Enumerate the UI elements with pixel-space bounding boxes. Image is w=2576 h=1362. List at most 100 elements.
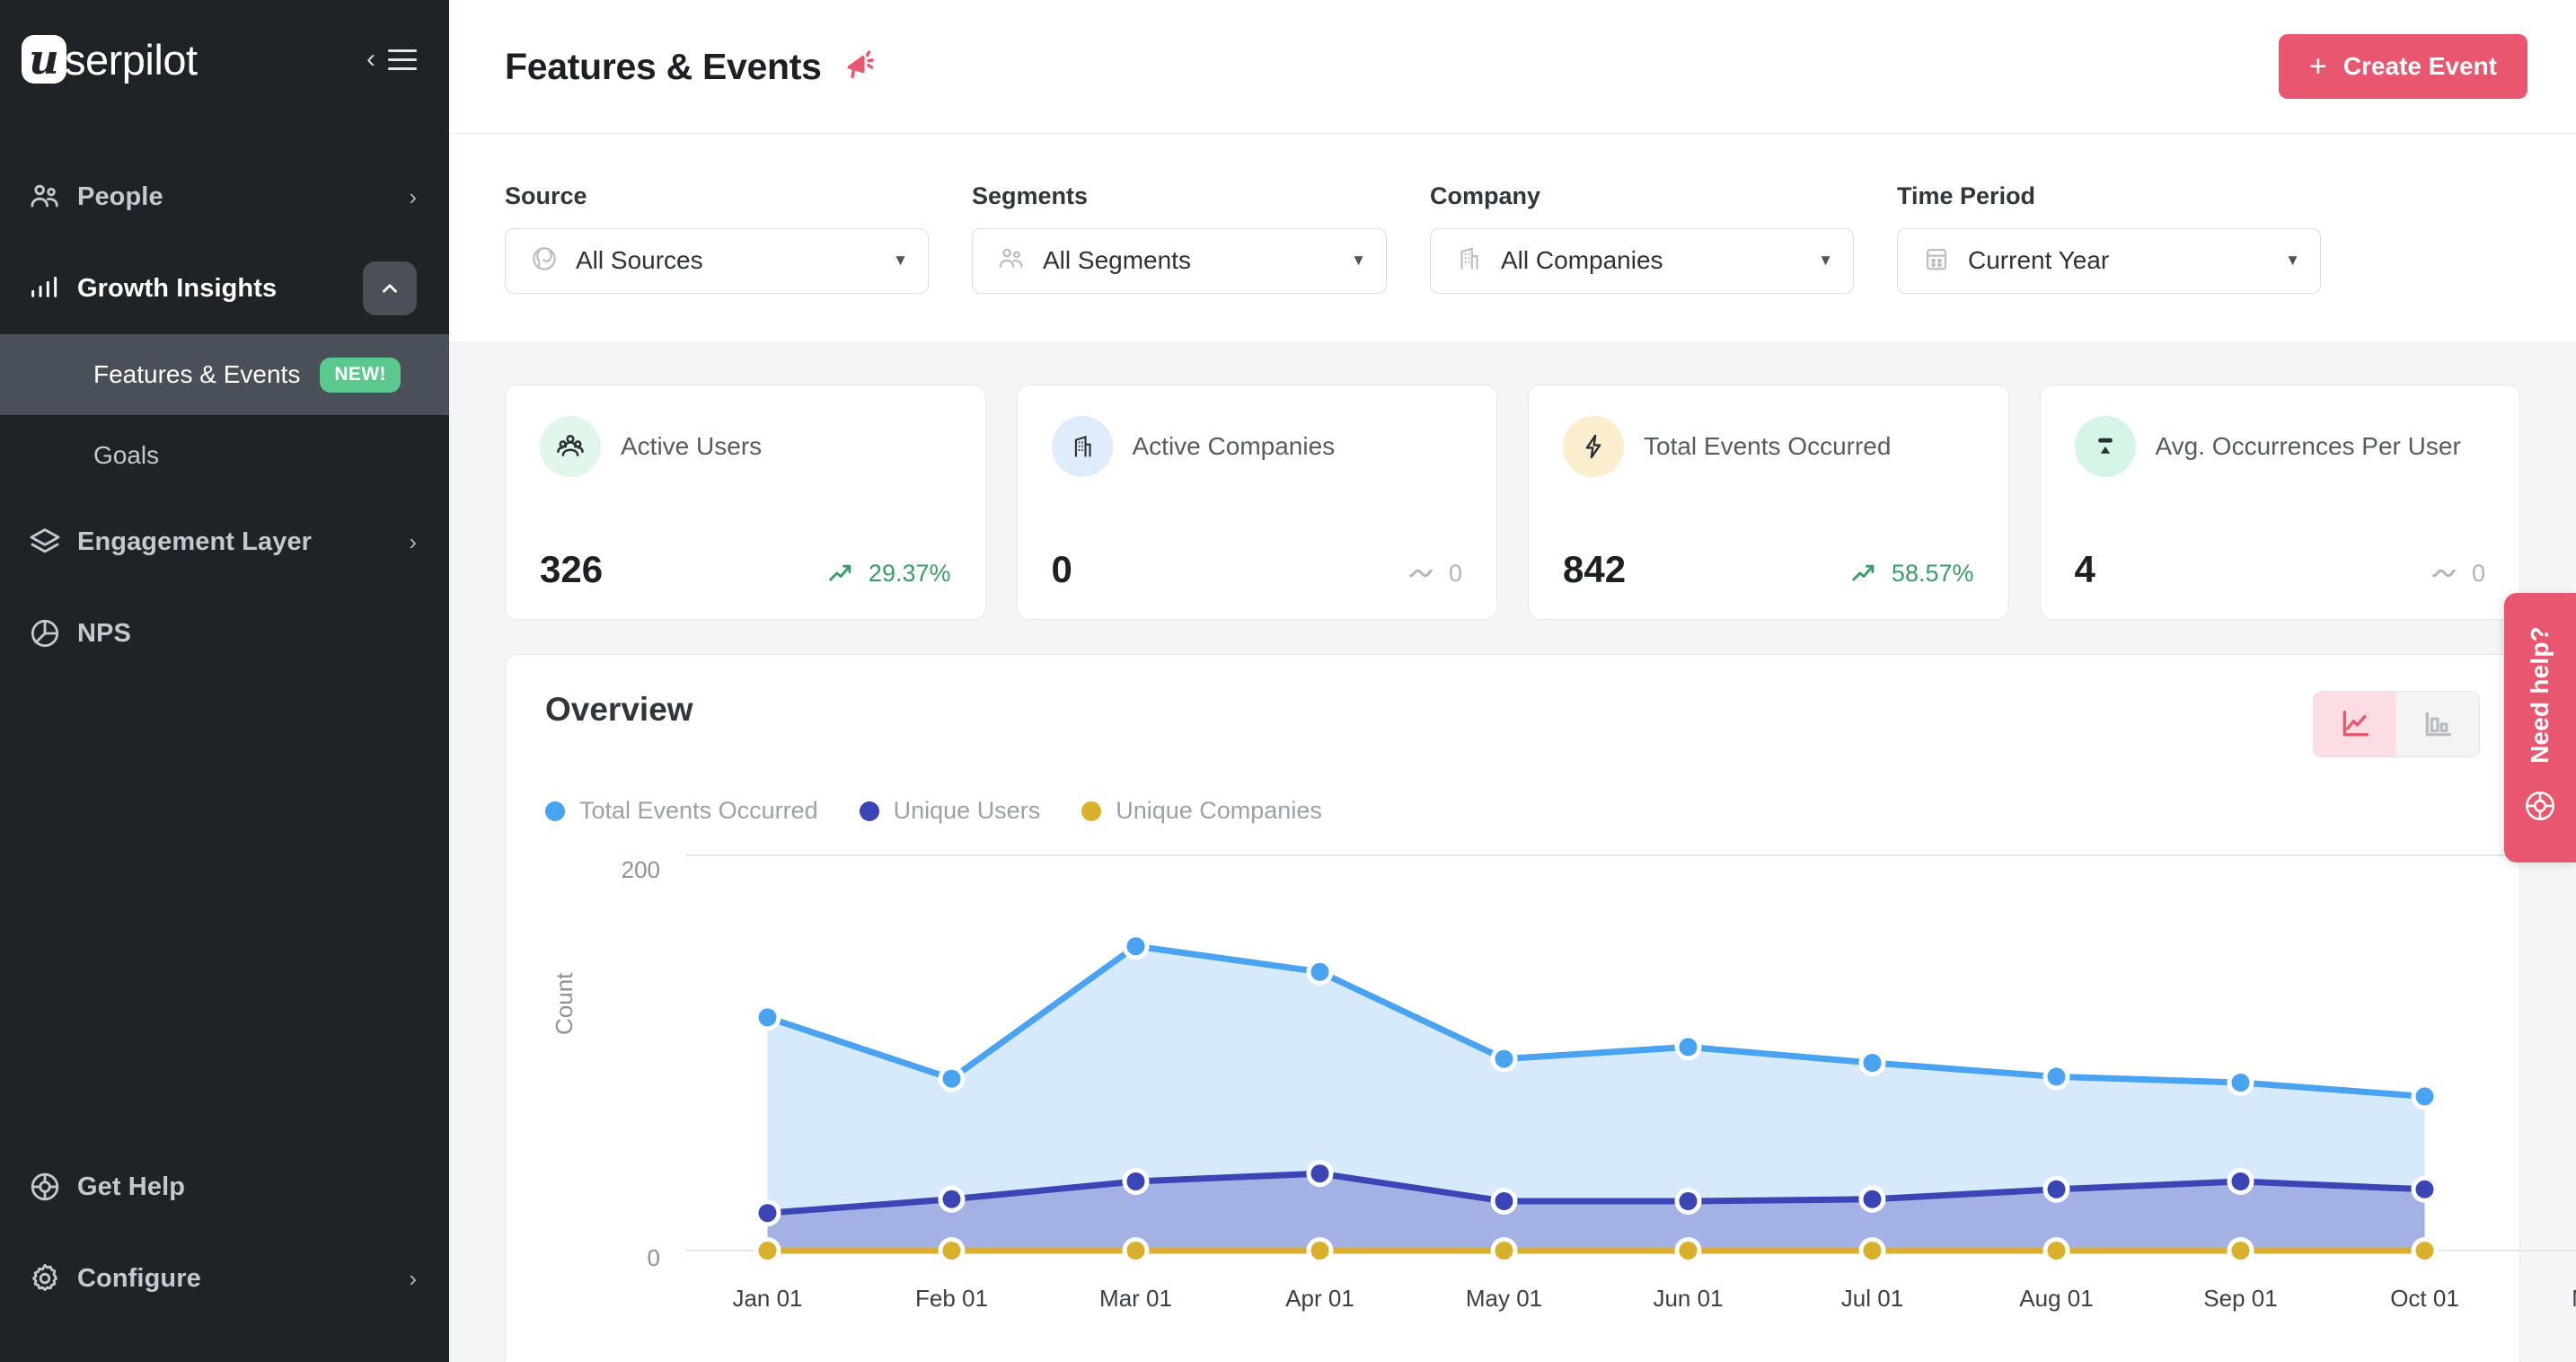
chart-data-point[interactable] [754,1237,781,1264]
chevron-left-icon[interactable]: ‹ [366,46,375,73]
hamburger-icon[interactable] [388,49,417,70]
filter-company: Company All Companies ▼ [1430,182,1854,294]
chart-x-tick: Mar 01 [1099,1285,1172,1312]
stat-card-title: Active Companies [1132,432,1336,460]
filter-label: Segments [972,181,1089,209]
stat-card-delta: 29.37% [868,559,951,587]
trend-flat-icon [1409,569,1433,578]
chart-data-point[interactable] [2042,1175,2070,1203]
stat-card-foot: 326 29.37% [540,551,951,588]
source-select[interactable]: All Sources ▼ [505,227,929,294]
chart-data-point[interactable] [1122,1168,1150,1195]
stat-card-foot: 842 58.57% [1563,551,1974,588]
chart-plot-area: Count 200 0 Jan 01 Feb 01 Mar 01 Apr 01 May … [545,845,2576,1312]
stat-card-head: Total Events Occurred [1563,416,1974,477]
megaphone-icon [842,45,881,89]
bar-chart-toggle[interactable] [2396,692,2479,756]
chart-data-point[interactable] [1306,1160,1334,1188]
chart-data-point[interactable] [1122,933,1150,960]
time-period-select[interactable]: Current Year ▼ [1897,227,2321,294]
chevron-down-icon: ▼ [1818,252,1833,269]
sidebar-item-goals[interactable]: Goals [0,415,449,496]
chart-y-tick-max: 200 [621,856,660,883]
users-group-icon [540,416,601,477]
userpilot-logo[interactable]: u serpilot [22,35,198,84]
sidebar-item-features-events[interactable]: Features & Events NEW! [0,334,449,415]
layers-icon [27,524,77,560]
chart-data-point[interactable] [938,1237,966,1264]
chart-x-tick: Aug 01 [2019,1285,2094,1312]
chart-data-point[interactable] [1490,1237,1518,1264]
company-select[interactable]: All Companies ▼ [1430,227,1854,294]
chart-data-point[interactable] [2042,1237,2070,1264]
chart-data-point[interactable] [754,1004,781,1031]
filter-source: Source All Sources ▼ [505,182,929,294]
stat-card-delta: 0 [1448,559,1462,587]
collapse-section-button[interactable] [363,261,417,315]
legend-item-total-events-occurred[interactable]: Total Events Occurred [545,797,818,825]
stat-card-total-events-occurred: Total Events Occurred 842 58.57% [1528,385,2009,620]
filter-bar: Source All Sources ▼ Segments All Segmen… [449,133,2576,341]
chart-data-point[interactable] [1674,1188,1702,1215]
chevron-down-icon: ▼ [1351,252,1366,269]
chart-data-point[interactable] [1858,1237,1886,1264]
create-event-button[interactable]: + Create Event [2278,34,2527,99]
lifebuoy-icon [2521,787,2559,829]
stat-card-trend: 58.57% [1848,558,1974,588]
filter-label: Company [1430,181,1541,209]
line-chart-toggle[interactable] [2314,692,2396,756]
chart-data-point[interactable] [2227,1237,2254,1264]
chevron-down-icon: ▼ [2285,252,2300,269]
chart-data-point[interactable] [1306,958,1334,986]
chart-data-point[interactable] [1490,1188,1518,1215]
segments-select[interactable]: All Segments ▼ [972,227,1387,294]
chart-data-point[interactable] [938,1065,966,1092]
sidebar-item-engagement-layer[interactable]: Engagement Layer › [0,496,449,588]
chart-data-point[interactable] [1674,1237,1702,1264]
stat-card-trend: 29.37% [825,558,951,588]
sidebar-item-configure[interactable]: Configure › [0,1233,449,1324]
chart-data-point[interactable] [2227,1168,2254,1195]
chart-x-tick: Jun 01 [1653,1285,1724,1312]
sidebar-item-people[interactable]: People › [0,151,449,243]
stat-card-trend: 0 [2429,558,2485,588]
chart-data-point[interactable] [1858,1049,1886,1076]
sidebar-subitem-label: Goals [93,441,160,469]
chart-data-point[interactable] [2411,1175,2439,1203]
stat-cards: Active Users 326 29.37% Active Companies… [449,341,2576,620]
legend-swatch [859,800,879,821]
chart-data-point[interactable] [1306,1237,1334,1264]
chart-data-point[interactable] [1858,1185,1886,1213]
need-help-widget[interactable]: Need help? [2504,593,2576,862]
sidebar: u serpilot ‹ People › Growth Insights Fe… [0,0,449,1362]
people-icon [996,243,1027,279]
chart-x-tick: Nov 01 [2517,1285,2576,1313]
sidebar-item-get-help[interactable]: Get Help [0,1141,449,1233]
legend-label: Unique Users [893,797,1041,824]
sidebar-item-nps[interactable]: NPS [0,588,449,679]
chart-data-point[interactable] [1674,1033,1702,1061]
chart-svg[interactable] [675,845,2576,1276]
chevron-down-icon: ▼ [893,252,908,269]
stat-card-title: Total Events Occurred [1644,432,1892,460]
chart-data-point[interactable] [1122,1237,1150,1264]
app-root: u serpilot ‹ People › Growth Insights Fe… [0,0,2576,1362]
main-content: Features & Events + Create Event Source … [449,0,2576,1362]
filter-label: Time Period [1897,181,2036,209]
legend-item-unique-users[interactable]: Unique Users [859,797,1041,825]
chart-data-point[interactable] [2411,1083,2439,1110]
sidebar-item-growth-insights[interactable]: Growth Insights [0,243,449,334]
chart-data-point[interactable] [2411,1237,2439,1264]
chart-data-point[interactable] [2227,1069,2254,1096]
chart-data-point[interactable] [754,1199,781,1227]
chart-data-point[interactable] [1490,1045,1518,1073]
chart-data-point[interactable] [938,1185,966,1213]
chart-y-axis-label: Count [551,972,578,1035]
sidebar-header: u serpilot ‹ [0,0,449,119]
sidebar-item-label: Get Help [77,1172,186,1201]
legend-item-unique-companies[interactable]: Unique Companies [1081,797,1322,825]
stat-card-value: 326 [540,548,604,590]
page-header: Features & Events + Create Event [449,0,2576,133]
chart-data-point[interactable] [2042,1063,2070,1091]
sidebar-item-label: Configure [77,1263,201,1293]
